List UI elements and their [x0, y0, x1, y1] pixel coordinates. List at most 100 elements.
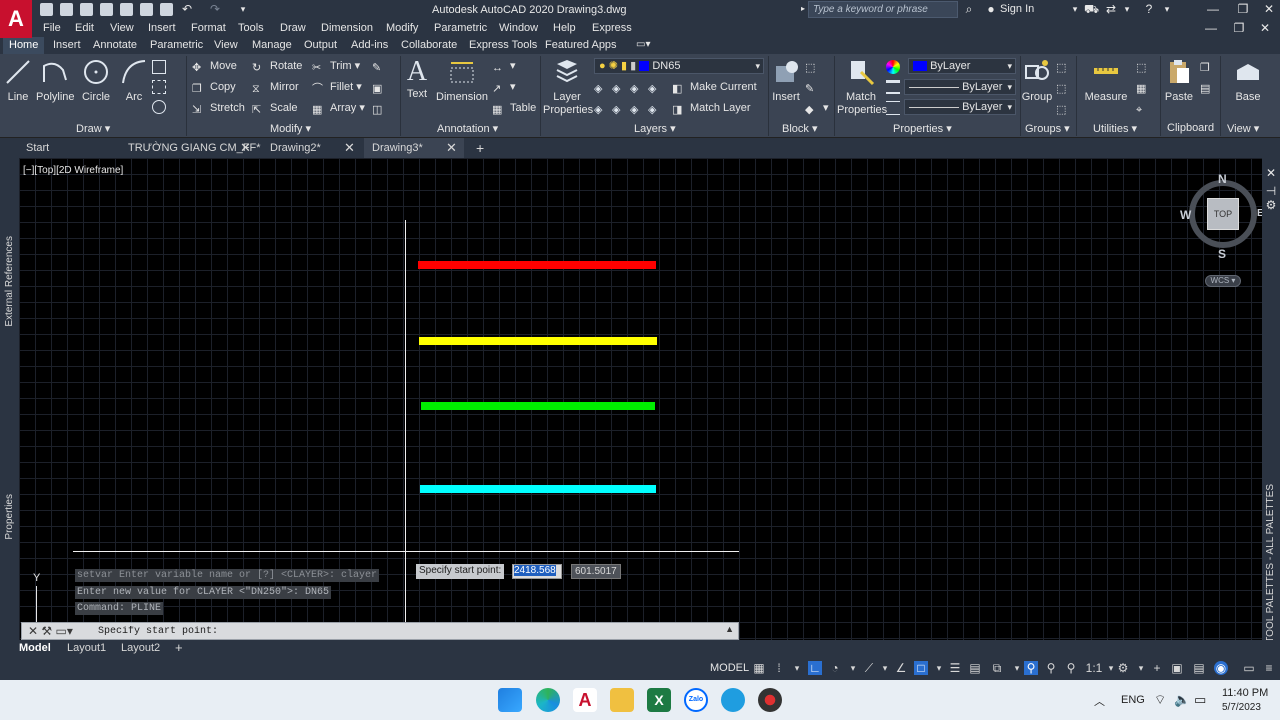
- workspace-dropdown-icon[interactable]: ▾: [1134, 661, 1148, 675]
- copy-clip-button[interactable]: ❐: [1200, 57, 1218, 75]
- menu-dimension[interactable]: Dimension: [321, 22, 373, 34]
- tray-overflow-icon[interactable]: ︿: [1094, 693, 1105, 709]
- binoculars-icon[interactable]: ⌕: [962, 2, 976, 16]
- group-select-button[interactable]: ⬚: [1056, 99, 1074, 117]
- menu-parametric[interactable]: Parametric: [434, 22, 487, 34]
- ribbon-tab-add-ins[interactable]: Add-ins: [351, 39, 388, 51]
- customization-icon[interactable]: ≡: [1262, 661, 1276, 675]
- file-tab-truong-giang[interactable]: TRƯỜNG GIANG CM_FF* ✕: [120, 138, 261, 158]
- palette-settings-icon[interactable]: ⚙: [1264, 198, 1278, 212]
- scale-button[interactable]: ⇱ Scale: [252, 99, 298, 117]
- transparency-icon[interactable]: ▤: [968, 661, 982, 675]
- linear-dim-button[interactable]: ↔ ▾: [492, 57, 516, 75]
- menu-modify[interactable]: Modify: [386, 22, 418, 34]
- text-button[interactable]: A Text: [403, 58, 431, 101]
- user-icon[interactable]: ●: [984, 2, 998, 16]
- auto-scale-icon[interactable]: ⚲: [1044, 661, 1058, 675]
- wifi-icon[interactable]: ⌔: [1154, 692, 1166, 708]
- wcs-menu[interactable]: WCS ▾: [1205, 275, 1241, 287]
- redo-icon[interactable]: ↷: [208, 2, 222, 16]
- offset-button[interactable]: ◫: [372, 99, 390, 117]
- base-view-button[interactable]: Base: [1230, 58, 1266, 103]
- view-panel-title[interactable]: View ▾: [1227, 122, 1259, 136]
- snap-icon[interactable]: ⁞: [772, 661, 786, 675]
- doc-restore-icon[interactable]: ❐: [1232, 21, 1246, 35]
- match-properties-button[interactable]: Match Properties: [837, 58, 887, 117]
- recorder-app-icon[interactable]: [758, 688, 782, 712]
- close-tab-icon[interactable]: ✕: [446, 138, 457, 158]
- restore-icon[interactable]: ❐: [1236, 2, 1250, 16]
- object-snap-dropdown-icon[interactable]: ▾: [932, 661, 946, 675]
- line-button[interactable]: Line: [4, 58, 32, 103]
- command-recent-icon[interactable]: ▭▾: [56, 624, 73, 638]
- ribbon-tab-collaborate[interactable]: Collaborate: [401, 39, 457, 51]
- save-as-icon[interactable]: [100, 3, 113, 16]
- rotate-button[interactable]: ↻ Rotate: [252, 57, 302, 75]
- groups-panel-title[interactable]: Groups ▾: [1025, 122, 1070, 136]
- dimension-button[interactable]: Dimension: [436, 58, 488, 103]
- file-tab-drawing2[interactable]: Drawing2* ✕: [262, 138, 358, 158]
- grid-icon[interactable]: ▦: [752, 661, 766, 675]
- close-icon[interactable]: ✕: [1262, 2, 1276, 16]
- menu-draw[interactable]: Draw: [280, 22, 306, 34]
- drawing-canvas[interactable]: [−][Top][2D Wireframe] TOP N S W E WCS ▾…: [19, 158, 1262, 640]
- autocad-taskbar-icon[interactable]: A: [573, 688, 597, 712]
- workspace-gear-icon[interactable]: ⚙: [1116, 661, 1130, 675]
- ribbon-tab-insert[interactable]: Insert: [53, 39, 81, 51]
- help-dropdown-icon[interactable]: ▾: [1160, 2, 1174, 16]
- annotation-monitor-icon[interactable]: +: [1150, 661, 1164, 675]
- layout-tab-layout2[interactable]: Layout2: [121, 642, 160, 654]
- paste-button[interactable]: Paste: [1163, 58, 1195, 103]
- menu-insert[interactable]: Insert: [148, 22, 176, 34]
- snap-dropdown-icon[interactable]: ▾: [790, 661, 804, 675]
- modify-panel-title[interactable]: Modify ▾: [270, 122, 311, 136]
- compass-north[interactable]: N: [1218, 172, 1227, 186]
- clean-screen-icon[interactable]: ▭: [1242, 661, 1256, 675]
- viewcube-top-face[interactable]: TOP: [1207, 198, 1239, 230]
- ribbon-tab-parametric[interactable]: Parametric: [150, 39, 203, 51]
- file-tab-drawing3[interactable]: Drawing3* ✕: [364, 138, 464, 158]
- stretch-button[interactable]: ⇲ Stretch: [192, 99, 245, 117]
- polar-dropdown-icon[interactable]: ▾: [846, 661, 860, 675]
- clock-time[interactable]: 11:40 PM: [1222, 687, 1268, 699]
- doc-close-icon[interactable]: ✕: [1258, 21, 1272, 35]
- cart-icon[interactable]: ⛟: [1084, 2, 1099, 16]
- yellow-layer-line[interactable]: [419, 337, 657, 345]
- battery-icon[interactable]: ▭: [1194, 692, 1206, 708]
- layout-tab-model[interactable]: Model: [19, 642, 51, 654]
- new-tab-button[interactable]: +: [468, 138, 488, 158]
- utilities-panel-title[interactable]: Utilities ▾: [1093, 122, 1137, 136]
- wrench-icon[interactable]: ⚒: [41, 624, 52, 638]
- layer-properties-button[interactable]: Layer Properties: [543, 58, 593, 117]
- isodraft-dropdown-icon[interactable]: ▾: [878, 661, 892, 675]
- application-menu-button[interactable]: A: [0, 0, 32, 38]
- menu-tools[interactable]: Tools: [238, 22, 264, 34]
- polar-icon[interactable]: ◔: [828, 661, 842, 675]
- color-wheel-icon[interactable]: [886, 58, 904, 76]
- messaging-app-icon[interactable]: [721, 688, 745, 712]
- save-web-icon[interactable]: [140, 3, 153, 16]
- command-history-toggle-icon[interactable]: ▲: [725, 624, 734, 634]
- viewport-controls[interactable]: [−][Top][2D Wireframe]: [23, 165, 123, 176]
- menu-format[interactable]: Format: [191, 22, 226, 34]
- object-snap-tracking-icon[interactable]: ∠: [894, 661, 908, 675]
- close-tab-icon[interactable]: ✕: [240, 138, 251, 158]
- clock-date[interactable]: 5/7/2023: [1222, 702, 1261, 713]
- ellipse-button[interactable]: [152, 98, 170, 116]
- layer-tools-row-2[interactable]: ◈ ◈ ◈ ◈: [594, 99, 666, 117]
- ortho-icon[interactable]: ∟: [808, 661, 822, 675]
- insert-block-button[interactable]: Insert: [770, 58, 802, 103]
- dynamic-input-x[interactable]: 2418.568: [512, 564, 562, 579]
- annotation-scale-value[interactable]: 1:1: [1082, 661, 1106, 675]
- exchange-icon[interactable]: ⇄: [1104, 2, 1118, 16]
- isodraft-icon[interactable]: ⟋: [862, 661, 876, 675]
- menu-help[interactable]: Help: [553, 22, 576, 34]
- linetype-dropdown[interactable]: ByLayer ▾: [904, 99, 1016, 115]
- model-space-toggle[interactable]: MODEL: [710, 662, 749, 674]
- lineweight-dropdown[interactable]: ByLayer ▾: [904, 79, 1016, 95]
- layer-tools-row-1[interactable]: ◈ ◈ ◈ ◈: [594, 78, 666, 96]
- annotation-visibility-icon[interactable]: ⚲: [1024, 661, 1038, 675]
- quick-properties-icon[interactable]: ▤: [1192, 661, 1206, 675]
- create-block-button[interactable]: ⬚: [805, 57, 823, 75]
- fillet-button[interactable]: ⌒ Fillet ▾: [312, 78, 362, 96]
